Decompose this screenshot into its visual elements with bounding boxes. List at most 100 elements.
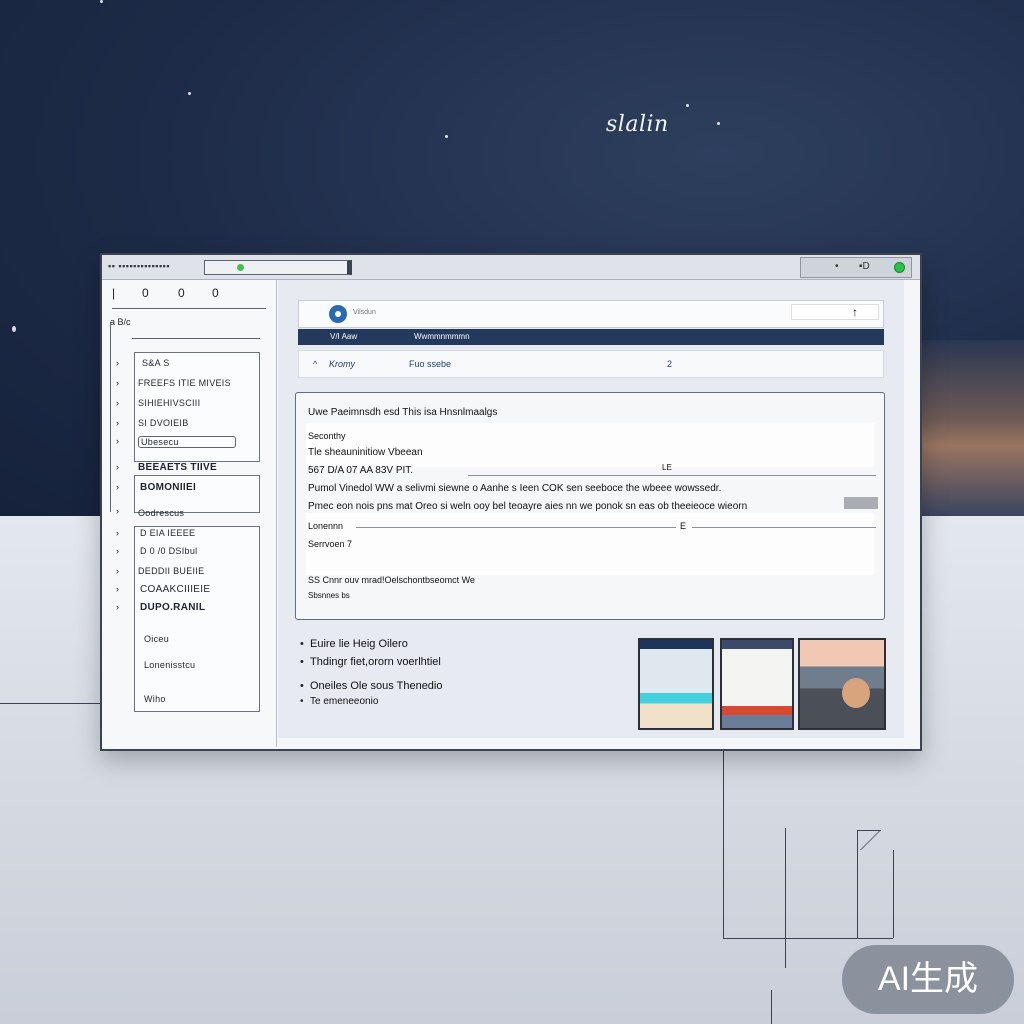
- star: [445, 135, 448, 138]
- list-item: Euire lie Heig Oilero: [300, 638, 408, 650]
- nav-item[interactable]: V/I Aaw: [330, 332, 357, 341]
- expand-arrow-icon[interactable]: ›: [116, 378, 119, 388]
- connector-line: [723, 938, 893, 939]
- app-window: ▪▪ ▪▪▪▪▪▪▪▪▪▪▪▪▪▪ • ▪D | 0 0 0 a B/c › S…: [100, 253, 922, 751]
- portrait-image: [842, 678, 870, 708]
- expand-arrow-icon[interactable]: ›: [116, 566, 119, 576]
- sidebar-item[interactable]: Wiho: [144, 694, 166, 704]
- ai-generated-badge: AI生成: [842, 945, 1014, 1014]
- sidebar-item[interactable]: DEDDII BUEIIE: [138, 566, 204, 576]
- card-line: 567 D/A 07 AA 83V PIT.: [308, 465, 414, 476]
- tool-button-2[interactable]: 0: [178, 286, 185, 300]
- list-item: Oneiles Ole sous Thenedio: [300, 680, 442, 692]
- nav-bar: V/I Aaw Wwmmnmmmn: [298, 329, 884, 345]
- nav-item[interactable]: Wwmmnmmmn: [414, 332, 470, 341]
- expand-arrow-icon[interactable]: ›: [116, 506, 119, 516]
- tool-button-1[interactable]: 0: [142, 286, 149, 300]
- expand-arrow-icon[interactable]: ›: [116, 546, 119, 556]
- card-line: Seconthy: [308, 431, 346, 441]
- card-line: SS Cnnr ouv mrad!Oelschontbseomct We: [308, 575, 475, 585]
- app-logo-icon: [329, 305, 347, 323]
- card-line: Tle sheauninitiow Vbeean: [308, 447, 423, 458]
- sidebar-item-selected[interactable]: Ubesecu: [138, 436, 236, 448]
- connector-line: [0, 703, 100, 704]
- control-dot-icon[interactable]: •: [835, 261, 839, 272]
- expand-arrow-icon[interactable]: ›: [116, 398, 119, 408]
- chevron-icon[interactable]: ^: [313, 359, 317, 369]
- status-dot-icon: [237, 264, 244, 271]
- card-value: E: [680, 521, 687, 531]
- card-line: Serrvoen 7: [308, 539, 353, 549]
- expand-arrow-icon[interactable]: ›: [116, 358, 119, 368]
- control-menu-icon[interactable]: ▪D: [859, 261, 870, 272]
- connector-line: [771, 990, 772, 1024]
- connector-line: [857, 830, 858, 938]
- sidebar-item[interactable]: Lonenisstcu: [144, 660, 195, 670]
- sidebar-item[interactable]: Oodrescus: [138, 508, 184, 518]
- sidebar-item[interactable]: FREEFS ITIE MIVEIS: [138, 378, 231, 388]
- header-label: Vilsdun: [353, 309, 376, 316]
- expand-arrow-icon[interactable]: ›: [116, 528, 119, 538]
- main-panel: Vilsdun ↑ V/I Aaw Wwmmnmmmn ^ Kromy Fuo …: [278, 280, 904, 738]
- thumbnail-image[interactable]: [638, 638, 714, 730]
- connector-line: [785, 828, 786, 968]
- expand-arrow-icon[interactable]: ›: [116, 436, 119, 446]
- expand-arrow-icon[interactable]: ›: [116, 602, 119, 612]
- card-band: [306, 513, 874, 575]
- expand-arrow-icon[interactable]: ›: [116, 584, 119, 594]
- sidebar-item[interactable]: SI DVOIEIB: [138, 418, 189, 428]
- expand-arrow-icon[interactable]: ›: [116, 482, 119, 492]
- expand-arrow-icon[interactable]: ›: [116, 462, 119, 472]
- tree-line: [110, 322, 111, 512]
- sidebar-heading: a B/c: [110, 317, 131, 327]
- divider: [132, 338, 260, 339]
- star: [188, 92, 191, 95]
- card-title: Uwe Paeimnsdh esd This isa Hnsnlmaalgs: [308, 407, 498, 418]
- sidebar-item[interactable]: BOMONIIEI: [140, 482, 196, 493]
- card-band: [306, 423, 874, 467]
- sidebar: | 0 0 0 a B/c › S&A S › FREEFS ITIE MIVE…: [102, 280, 277, 747]
- connector-line: [723, 728, 724, 938]
- star: [12, 326, 16, 332]
- star: [686, 104, 689, 107]
- expand-arrow-icon[interactable]: ›: [116, 418, 119, 428]
- subbar-value: 2: [667, 359, 673, 369]
- address-bar[interactable]: [204, 260, 352, 275]
- thumbnail-image[interactable]: [798, 638, 886, 730]
- card-line: Pumol Vinedol WW a selivmi siewne o Aanh…: [308, 483, 722, 494]
- sidebar-item[interactable]: D EIA IEEEE: [140, 528, 195, 538]
- thumbnail-image[interactable]: [720, 638, 794, 730]
- content-card: Uwe Paeimnsdh esd This isa Hnsnlmaalgs S…: [295, 392, 885, 620]
- tool-button-3[interactable]: 0: [212, 286, 219, 300]
- connector-line: [893, 850, 894, 938]
- star: [100, 0, 103, 3]
- subbar-link[interactable]: Kromy: [329, 359, 355, 369]
- card-line: Sbsnnes bs: [308, 591, 350, 600]
- window-status-icon[interactable]: [894, 262, 905, 273]
- sidebar-item[interactable]: D 0 /0 DSIbul: [140, 546, 197, 556]
- divider: [356, 527, 676, 528]
- window-controls: • ▪D: [800, 257, 912, 278]
- card-line: Pmec eon nois pns mat Oreo si weln ooy b…: [308, 501, 748, 512]
- sidebar-item[interactable]: COAAKCIIIEIE: [140, 584, 210, 595]
- brand-logo: slalin: [606, 112, 669, 137]
- list-item: Thdingr fiet,ororn voerlhtiel: [300, 656, 441, 668]
- list-item: Te emeneeonio: [300, 696, 378, 707]
- card-line: Lonennn: [308, 521, 344, 531]
- sidebar-item[interactable]: DUPO.RANIL: [140, 602, 205, 613]
- window-title: ▪▪ ▪▪▪▪▪▪▪▪▪▪▪▪▪▪: [108, 261, 171, 271]
- sub-toolbar: ^ Kromy Fuo ssebe 2: [298, 350, 884, 378]
- app-header: Vilsdun ↑: [298, 300, 884, 328]
- sidebar-item[interactable]: S&A S: [142, 358, 170, 368]
- toolbar-divider-icon[interactable]: |: [112, 286, 115, 300]
- card-value: LE: [662, 463, 672, 472]
- sidebar-item[interactable]: BEEAETS TIIVE: [138, 462, 217, 473]
- star: [717, 122, 720, 125]
- upload-button[interactable]: ↑: [791, 304, 879, 320]
- status-block: [844, 497, 878, 509]
- divider: [468, 475, 876, 476]
- divider: [112, 308, 266, 309]
- subbar-link[interactable]: Fuo ssebe: [409, 359, 451, 369]
- sidebar-item[interactable]: Oiceu: [144, 634, 169, 644]
- sidebar-item[interactable]: SIHIEHIVSCIII: [138, 398, 200, 408]
